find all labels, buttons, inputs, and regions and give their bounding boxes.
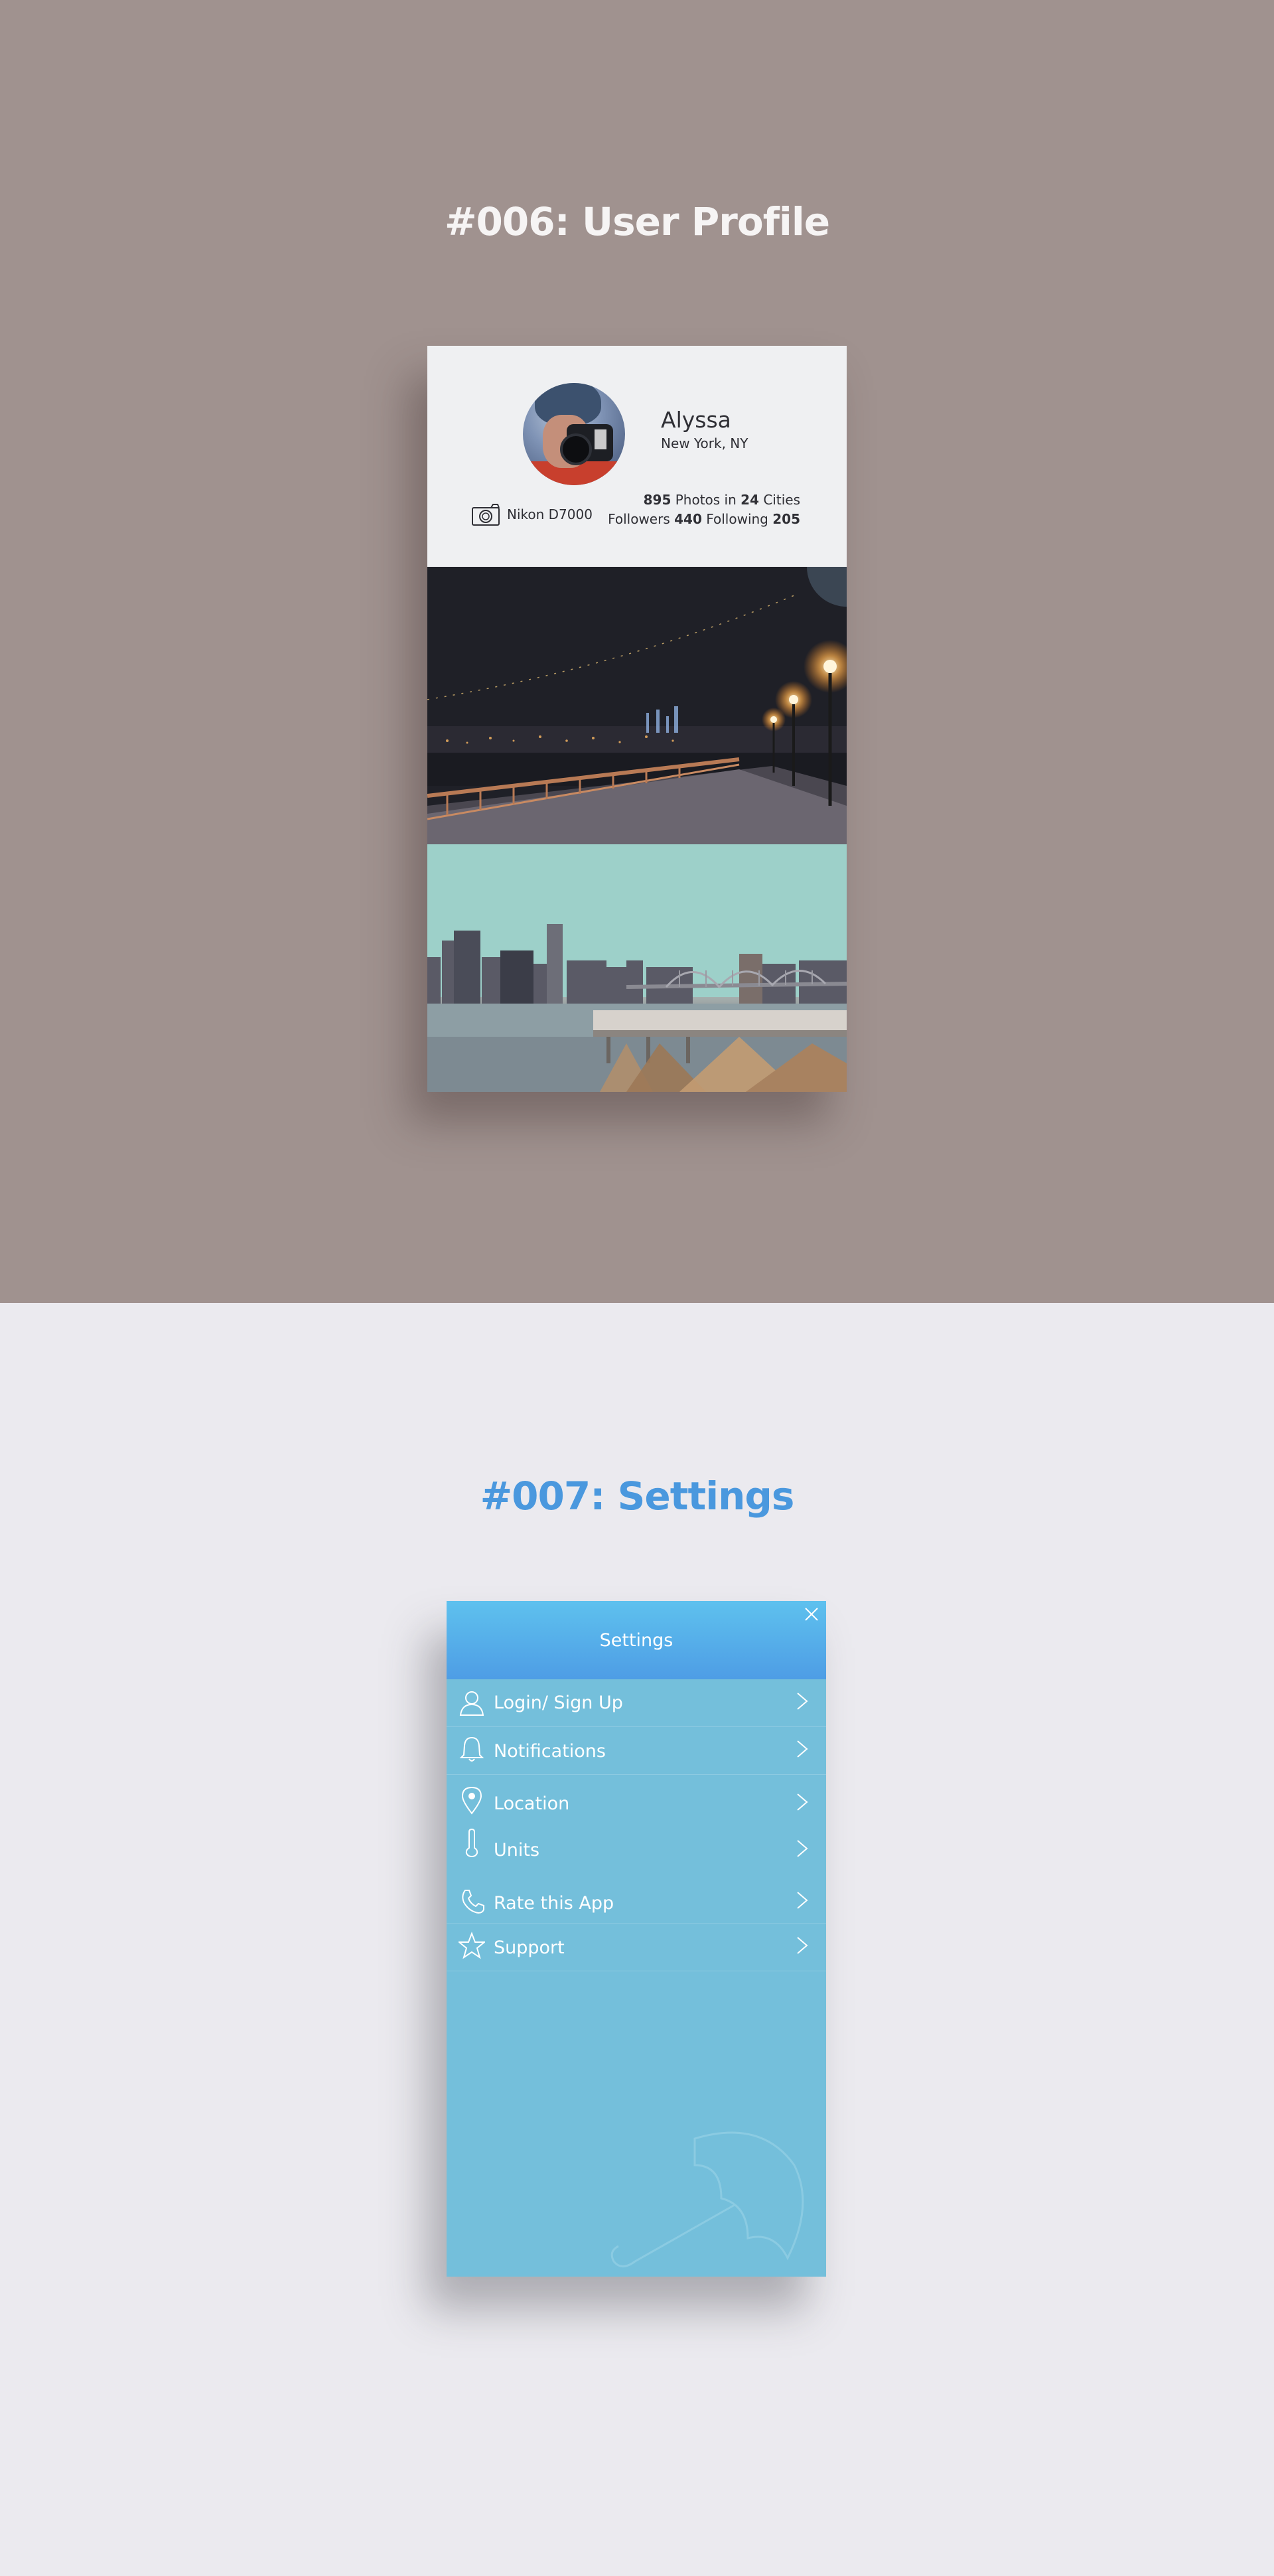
bell-icon — [459, 1736, 484, 1762]
following-count[interactable]: 205 — [772, 511, 800, 527]
settings-item-rate-app[interactable]: Rate this App — [447, 1870, 826, 1924]
followers-count[interactable]: 440 — [674, 511, 702, 527]
section-heading: #006: User Profile — [444, 199, 830, 244]
chevron-right-icon — [797, 1693, 808, 1710]
user-profile-card: Alyssa New York, NY Nikon D7000 895 Phot… — [427, 346, 847, 1092]
followers-label[interactable]: Followers — [608, 511, 670, 527]
settings-item-support[interactable]: Support — [447, 1924, 826, 1971]
settings-item-location[interactable]: Location — [447, 1775, 826, 1823]
photos-count: 895 — [643, 492, 672, 508]
cities-count: 24 — [741, 492, 759, 508]
user-profile-section: #006: User Profile Alyssa New York, NY N… — [0, 0, 1274, 1303]
camera-model: Nikon D7000 — [471, 501, 593, 528]
section-heading: #007: Settings — [480, 1474, 795, 1519]
photo-night-waterfront[interactable] — [427, 567, 847, 844]
umbrella-watermark-icon — [610, 2131, 804, 2267]
close-icon[interactable] — [804, 1606, 819, 1622]
thermometer-icon — [465, 1828, 478, 1857]
settings-item-label: Units — [494, 1840, 540, 1860]
settings-card: Settings Login/ Sign Up Notifications Lo… — [447, 1601, 826, 2277]
chevron-right-icon — [797, 1937, 808, 1954]
settings-title: Settings — [599, 1630, 673, 1651]
chevron-right-icon — [797, 1840, 808, 1857]
phone-icon — [462, 1890, 484, 1914]
settings-item-login[interactable]: Login/ Sign Up — [447, 1679, 826, 1727]
settings-item-units[interactable]: Units — [447, 1823, 826, 1870]
settings-item-label: Support — [494, 1937, 565, 1958]
chevron-right-icon — [797, 1892, 808, 1909]
avatar[interactable] — [523, 383, 625, 485]
settings-header: Settings — [447, 1601, 826, 1679]
location-pin-icon — [461, 1786, 482, 1815]
chevron-right-icon — [797, 1793, 808, 1811]
settings-item-label: Login/ Sign Up — [494, 1693, 623, 1713]
user-name: Alyssa — [661, 407, 731, 433]
star-icon — [459, 1932, 485, 1959]
photo-city-skyline[interactable] — [427, 844, 847, 1092]
settings-item-label: Location — [494, 1793, 570, 1814]
following-label[interactable]: Following — [706, 511, 768, 527]
camera-icon — [472, 504, 500, 526]
camera-model-label: Nikon D7000 — [507, 506, 593, 522]
settings-item-notifications[interactable]: Notifications — [447, 1727, 826, 1775]
cities-label: Cities — [763, 492, 800, 508]
user-icon — [459, 1691, 484, 1716]
profile-header: Alyssa New York, NY Nikon D7000 895 Phot… — [427, 346, 847, 567]
follow-stat: Followers 440 Following 205 — [608, 510, 800, 529]
settings-item-label: Rate this App — [494, 1893, 614, 1914]
settings-item-label: Notifications — [494, 1741, 606, 1762]
chevron-right-icon — [797, 1740, 808, 1758]
photos-label: Photos in — [675, 492, 737, 508]
photos-stat: 895 Photos in 24 Cities — [608, 491, 800, 510]
user-location: New York, NY — [661, 435, 748, 451]
profile-stats: 895 Photos in 24 Cities Followers 440 Fo… — [608, 491, 800, 529]
